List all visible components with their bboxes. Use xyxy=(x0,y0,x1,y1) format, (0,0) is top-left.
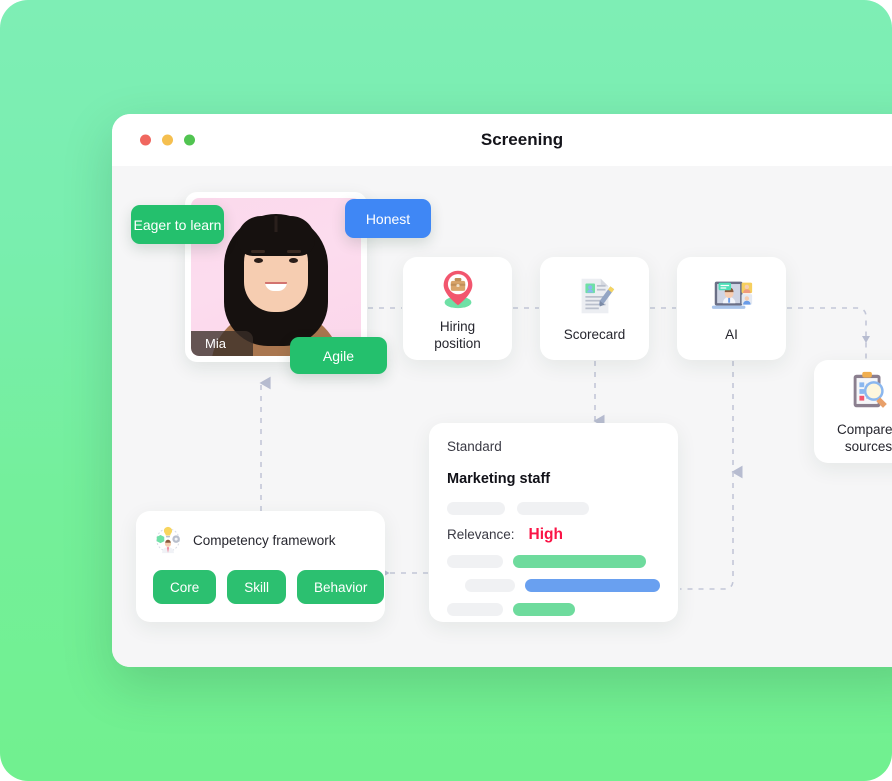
node-label: Compared sources xyxy=(837,422,892,456)
metric-label-placeholder xyxy=(447,603,503,616)
relevance-label: Relevance: xyxy=(447,527,515,542)
page-title: Screening xyxy=(480,130,564,149)
standard-placeholder-row xyxy=(447,502,660,515)
competency-pill-core[interactable]: Core xyxy=(153,570,217,604)
clipboard-magnifier-icon xyxy=(853,371,887,408)
metric-label-placeholder xyxy=(465,579,515,592)
node-hiring-position[interactable]: Hiring position xyxy=(403,257,512,360)
node-label: AI xyxy=(725,327,738,343)
node-label: Scorecard xyxy=(563,327,626,343)
node-label-line2: position xyxy=(434,335,481,351)
portrait-eye-left xyxy=(254,258,263,263)
portrait-eyebrow-right xyxy=(287,250,301,253)
map-pin-briefcase-icon xyxy=(443,270,472,308)
document-pen-icon xyxy=(581,278,614,314)
competency-pill-skill[interactable]: Skill xyxy=(227,570,287,604)
video-interview-icon xyxy=(711,281,752,309)
node-label-line1: Hiring xyxy=(439,318,476,334)
competency-title: Competency framework xyxy=(193,532,336,548)
competency-framework-card: Competency framework Core Skill Behavior xyxy=(136,511,385,622)
metric-bar-green-short xyxy=(513,603,575,616)
competency-pill-group: Core Skill Behavior xyxy=(153,570,385,604)
metric-row xyxy=(447,603,660,616)
standard-label: Standard xyxy=(447,439,502,454)
metric-row xyxy=(447,579,660,592)
standard-card: Standard Marketing staff Relevance: High xyxy=(429,423,678,622)
node-label-line1: Compared xyxy=(836,421,892,437)
node-scorecard[interactable]: Scorecard xyxy=(540,257,649,360)
portrait-hair-part xyxy=(274,216,278,232)
standard-role: Marketing staff xyxy=(447,471,551,487)
relevance-value: High xyxy=(528,526,563,543)
node-compared-sources[interactable]: Compared sources xyxy=(814,360,892,463)
candidate-name-badge: Mia xyxy=(191,331,253,356)
placeholder-bar xyxy=(447,502,505,515)
competency-lightbulb-icon xyxy=(156,526,180,554)
trait-tag-honest[interactable]: Honest xyxy=(345,199,431,238)
metric-bar-blue xyxy=(524,579,660,592)
node-label-line2: sources xyxy=(844,438,892,454)
node-label: Hiring position xyxy=(434,319,481,353)
portrait-eyebrow-left xyxy=(251,250,265,253)
competency-header: Competency framework xyxy=(153,525,368,555)
placeholder-bar xyxy=(517,502,589,515)
app-background: Screening Mia Eager to learn Honest Agil… xyxy=(0,0,892,781)
metric-bar-green xyxy=(513,555,646,568)
trait-tag-eager-to-learn[interactable]: Eager to learn xyxy=(131,205,224,244)
trait-tag-agile[interactable]: Agile xyxy=(290,337,387,374)
metric-label-placeholder xyxy=(447,555,503,568)
portrait-eye-right xyxy=(289,258,298,263)
node-ai[interactable]: AI xyxy=(677,257,786,360)
relevance-row: Relevance: High xyxy=(447,526,660,544)
metric-row xyxy=(447,555,660,568)
competency-pill-behavior[interactable]: Behavior xyxy=(297,570,385,604)
